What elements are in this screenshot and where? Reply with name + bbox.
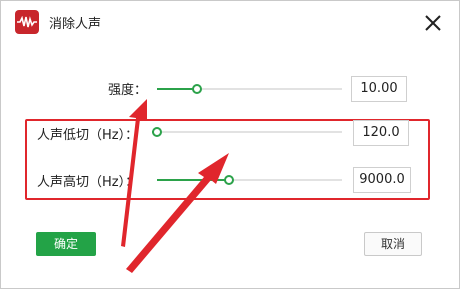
arrow-to-strength-icon (121, 99, 147, 247)
vocal-removal-dialog: 消除人声 强度： 10.00 人声低切（Hz）： 120.0 人声高切（Hz）：… (0, 0, 460, 289)
arrow-to-high-cut-icon (126, 153, 229, 273)
annotation-arrows (121, 99, 229, 273)
